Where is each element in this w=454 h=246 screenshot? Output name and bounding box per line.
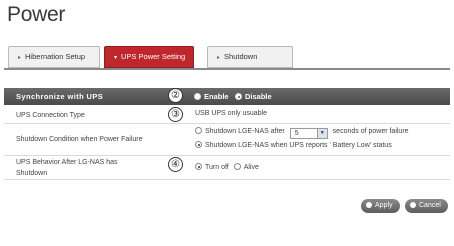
connection-type-label: UPS Connection Type [16,112,85,119]
shutdown-after-text: Shutdown LGE-NAS after [205,128,285,135]
connection-type-row: UPS Connection Type USB UPS only usuable [4,106,450,124]
cancel-button[interactable]: Cancel [405,199,448,213]
callout-marker-2: ② [168,88,183,103]
tab-label: UPS Power Setting [121,52,186,61]
shutdown-after-radio[interactable] [195,127,202,134]
behavior-alive-label: Alive [243,164,259,171]
sync-enable-label: Enable [204,92,229,101]
shutdown-condition-label: Shutdown Condition when Power Failure [16,136,143,143]
tab-label: Hibernation Setup [25,52,86,61]
connection-type-value: USB UPS only usuable [195,110,267,117]
ups-behavior-label: UPS Behavior After LG-NAS has Shutdown [16,159,118,177]
behavior-options: Turn off Alive [195,163,259,171]
behavior-alive-option[interactable]: Alive [233,163,259,171]
behavior-turn-off-radio[interactable] [195,163,202,170]
shutdown-after-suffix: seconds of power failure [332,128,409,135]
callout-marker-4: ④ [168,157,183,172]
sync-disable-label: Disable [245,92,272,101]
apply-label: Apply [375,202,393,209]
chevron-down-icon: ▾ [114,55,118,61]
tab-label: Shutdown [224,52,258,61]
behavior-turn-off-label: Turn off [205,164,229,171]
chevron-down-icon[interactable]: ▼ [316,129,327,138]
bullet-icon [410,201,416,208]
shutdown-battery-low-option[interactable]: Shutdown LGE-NAS when UPS reports ' Batt… [195,141,392,149]
page-title: Power [7,3,66,26]
chevron-right-icon: ▸ [217,55,221,61]
behavior-alive-radio[interactable] [233,163,241,170]
sync-enable-radio[interactable] [194,93,201,100]
ups-behavior-row: UPS Behavior After LG-NAS has Shutdown Tu… [4,156,450,180]
sync-ups-label: Synchronize with UPS [16,92,104,101]
tab-divider [4,68,450,70]
sync-disable-option[interactable]: Disable [235,92,272,101]
sync-disable-radio[interactable] [235,93,242,100]
tab-hibernation-setup[interactable]: ▸ Hibernation Setup [8,46,100,68]
shutdown-after-option[interactable]: Shutdown LGE-NAS after 5 ▼ seconds of pow… [195,127,409,139]
bullet-icon [366,201,372,208]
shutdown-battery-low-radio[interactable] [195,141,202,148]
sync-enable-option[interactable]: Enable [194,92,229,101]
chevron-right-icon: ▸ [18,55,22,61]
cancel-label: Cancel [419,202,441,209]
shutdown-condition-row: Shutdown Condition when Power Failure Sh… [4,124,450,156]
shutdown-battery-low-text: Shutdown LGE-NAS when UPS reports ' Batt… [205,142,392,149]
tab-ups-power-setting[interactable]: ▾ UPS Power Setting [104,46,194,68]
callout-marker-3: ③ [168,107,183,122]
behavior-turn-off-option[interactable]: Turn off [195,163,229,171]
delay-seconds-select[interactable]: 5 ▼ [289,128,328,139]
sync-ups-header: Synchronize with UPS Enable Disable [4,88,450,105]
delay-seconds-value: 5 [294,130,299,137]
apply-button[interactable]: Apply [361,199,400,213]
tab-shutdown[interactable]: ▸ Shutdown [207,46,293,68]
tab-bar: ▸ Hibernation Setup ▾ UPS Power Setting ▸ S… [4,40,450,70]
